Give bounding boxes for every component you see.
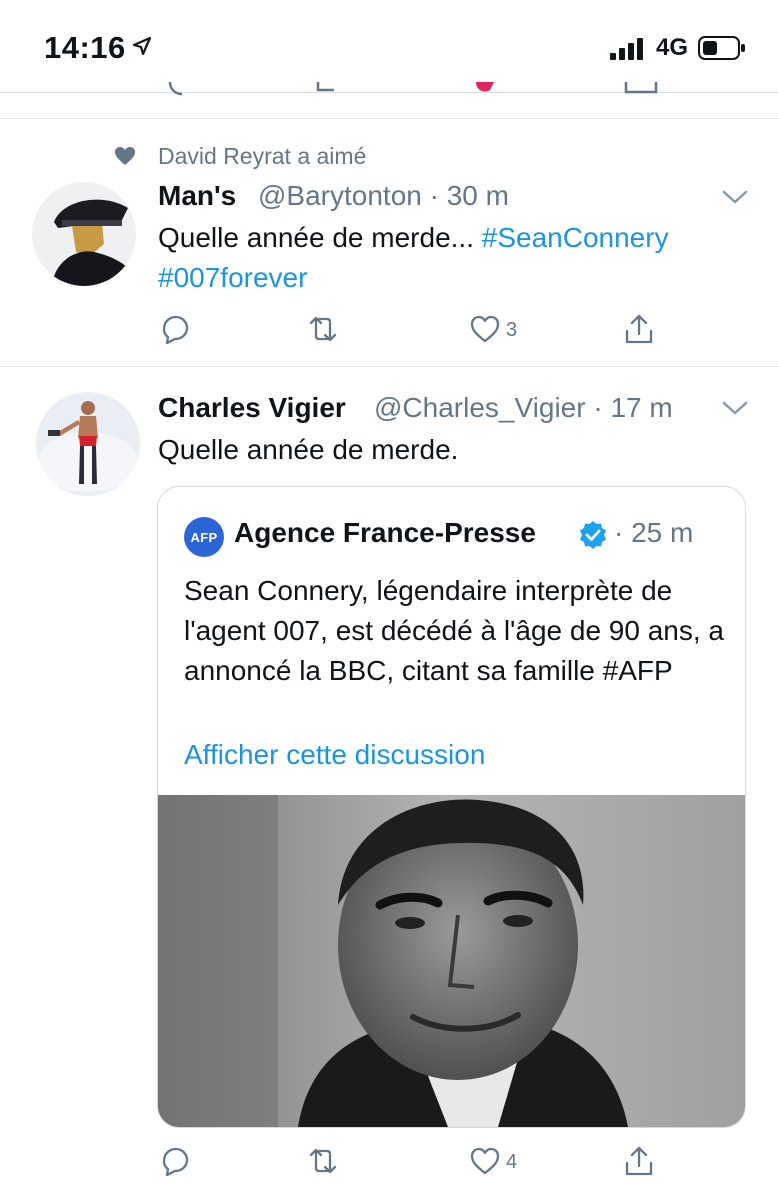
avatar[interactable] bbox=[36, 392, 140, 496]
share-icon[interactable] bbox=[622, 312, 656, 346]
chevron-down-icon[interactable] bbox=[722, 400, 748, 416]
heart-icon[interactable] bbox=[468, 1144, 502, 1178]
quoted-text: Sean Connery, légendaire interprète de l… bbox=[184, 575, 724, 686]
tweet-text: Quelle année de merde. bbox=[158, 434, 459, 465]
tweet-meta: @Charles_Vigier · 17 m bbox=[374, 392, 673, 423]
tweet-author-name[interactable]: Man's bbox=[158, 180, 236, 212]
divider bbox=[0, 366, 778, 367]
hashtag-link[interactable]: #SeanConnery bbox=[482, 222, 669, 253]
tweet-text: Quelle année de merde... #SeanConnery #00… bbox=[158, 222, 669, 293]
social-context: David Reyrat a aimé bbox=[158, 143, 367, 169]
afp-logo: AFP bbox=[184, 517, 224, 557]
reply-icon[interactable] bbox=[158, 1144, 192, 1178]
chevron-down-icon[interactable] bbox=[722, 189, 748, 205]
reply-icon[interactable] bbox=[158, 312, 192, 346]
like-count: 4 bbox=[506, 1151, 518, 1173]
tweet-meta: @Barytonton · 30 m bbox=[258, 180, 509, 211]
battery-icon bbox=[698, 36, 745, 60]
avatar[interactable] bbox=[32, 182, 136, 286]
location-arrow-icon bbox=[132, 36, 152, 56]
status-time: 14:16 bbox=[44, 30, 126, 65]
quoted-author-name[interactable]: Agence France-Presse bbox=[234, 517, 536, 549]
divider bbox=[0, 118, 778, 119]
hashtag-link[interactable]: #007forever bbox=[158, 262, 307, 293]
retweet-icon[interactable] bbox=[306, 312, 340, 346]
like-count: 3 bbox=[506, 319, 518, 341]
previous-tweet-actions bbox=[168, 82, 658, 96]
signal-icon bbox=[610, 38, 643, 60]
sean-connery-photo[interactable] bbox=[158, 795, 745, 1127]
verified-icon bbox=[580, 521, 606, 549]
tweet-author-name[interactable]: Charles Vigier bbox=[158, 392, 346, 424]
heart-icon[interactable] bbox=[468, 312, 502, 346]
show-thread-link[interactable]: Afficher cette discussion bbox=[184, 739, 485, 771]
retweet-icon[interactable] bbox=[306, 1144, 340, 1178]
quoted-tweet-card[interactable]: AFP Agence France-Presse · 25 m Sean Con… bbox=[157, 486, 746, 1128]
share-icon[interactable] bbox=[622, 1144, 656, 1178]
liked-heart-icon bbox=[115, 147, 135, 165]
quoted-time: · 25 m bbox=[614, 517, 694, 548]
network-type: 4G bbox=[656, 34, 689, 61]
